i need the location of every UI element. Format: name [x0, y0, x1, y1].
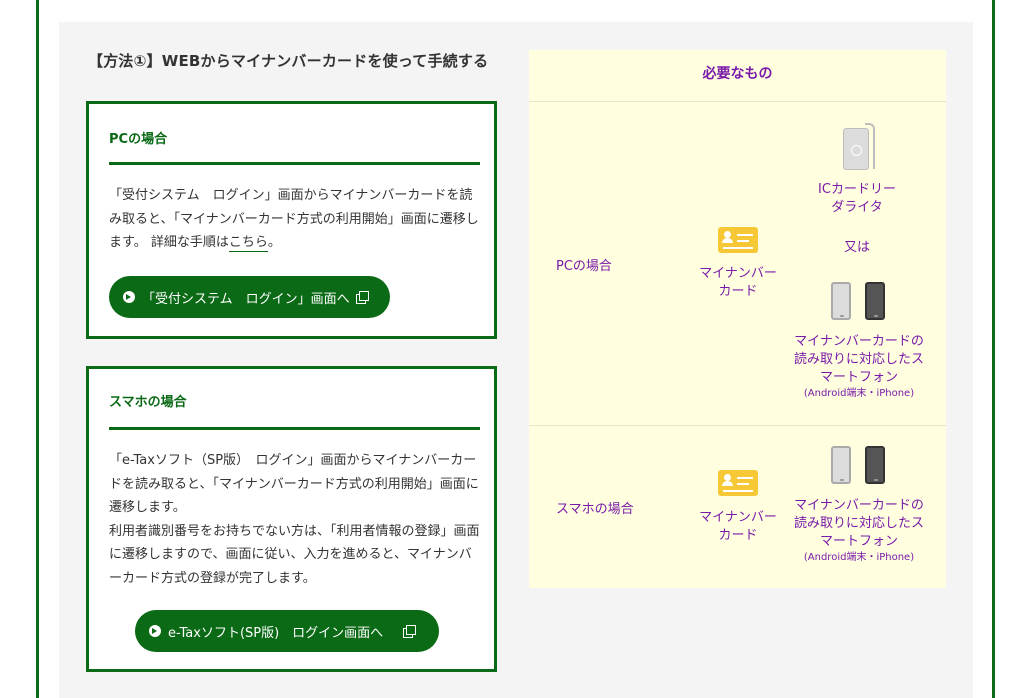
id-card-icon: [718, 470, 758, 496]
smartphone-icon: [831, 446, 851, 484]
pc-card: PCの場合 「受付システム ログイン」画面からマイナンバーカードを読み取ると、「…: [86, 101, 497, 339]
id-card-icon: [718, 227, 758, 253]
pc-smartphone-sub: (Android端末・iPhone): [803, 388, 915, 399]
pc-row-label: PCの場合: [556, 259, 612, 274]
external-window-icon: [355, 290, 369, 304]
sp-card: スマホの場合 「e-Taxソフト（SP版） ログイン」画面からマイナンバーカード…: [86, 366, 497, 672]
sp-mynumber-card-label: マイナンバーカード: [699, 510, 777, 543]
pc-card-divider: [109, 162, 480, 165]
smartphone-icon: [865, 282, 885, 320]
external-window-icon: [403, 624, 417, 638]
sp-card-description: 「e-Taxソフト（SP版） ログイン」画面からマイナンバーカードを読み取ると、…: [109, 449, 484, 590]
ic-reader-label: ICカードリーダライタ: [818, 182, 896, 215]
card-reader-icon: [843, 128, 869, 170]
or-label: 又は: [843, 240, 870, 255]
sp-row-label: スマホの場合: [556, 502, 634, 517]
pc-mynumber-card-label: マイナンバーカード: [699, 266, 777, 299]
requirements-table: 必要なもの PCの場合 マイナンバーカード ICカードリーダライタ 又は マイナ…: [529, 50, 946, 588]
details-link[interactable]: こちら: [228, 235, 268, 252]
circle-arrow-icon: [149, 625, 161, 637]
pc-card-heading: PCの場合: [109, 132, 168, 147]
smartphone-icon: [865, 446, 885, 484]
smartphone-icon: [831, 282, 851, 320]
sp-smartphone-text: マイナンバーカードの読み取りに対応したスマートフォン: [794, 498, 925, 549]
sp-smartphone-label: マイナンバーカードの読み取りに対応したスマートフォン (Android端末・iP…: [794, 497, 924, 565]
pc-smartphone-text: マイナンバーカードの読み取りに対応したスマートフォン: [794, 334, 925, 385]
circle-arrow-icon: [123, 291, 135, 303]
requirements-header: 必要なもの: [529, 50, 946, 102]
sp-card-paragraph-1: 「e-Taxソフト（SP版） ログイン」画面からマイナンバーカードを読み取ると、…: [109, 453, 479, 515]
row-divider: [529, 425, 946, 426]
pc-login-button[interactable]: 「受付システム ログイン」画面へ: [109, 276, 390, 318]
pc-login-button-label: 「受付システム ログイン」画面へ: [142, 291, 350, 307]
sp-smartphone-sub: (Android端末・iPhone): [803, 552, 915, 563]
sp-login-button[interactable]: e-Taxソフト(SP版) ログイン画面へ: [135, 610, 439, 652]
frame-border-left: [36, 0, 39, 698]
frame-border-right: [992, 0, 995, 698]
sp-login-button-label: e-Taxソフト(SP版) ログイン画面へ: [168, 625, 384, 641]
pc-card-text-end: 。: [267, 235, 281, 250]
pc-card-text: 「受付システム ログイン」画面からマイナンバーカードを読み取ると、「マイナンバー…: [109, 188, 479, 250]
sp-card-divider: [109, 427, 480, 430]
method-title: 【方法①】WEBからマイナンバーカードを使って手続する: [88, 52, 489, 70]
sp-card-paragraph-2: 利用者識別番号をお持ちでない方は、「利用者情報の登録」画面に遷移しますので、画面…: [109, 523, 480, 586]
pc-card-description: 「受付システム ログイン」画面からマイナンバーカードを読み取ると、「マイナンバー…: [109, 184, 484, 255]
sp-card-heading: スマホの場合: [109, 395, 187, 410]
pc-smartphone-label: マイナンバーカードの読み取りに対応したスマートフォン (Android端末・iP…: [794, 333, 924, 401]
